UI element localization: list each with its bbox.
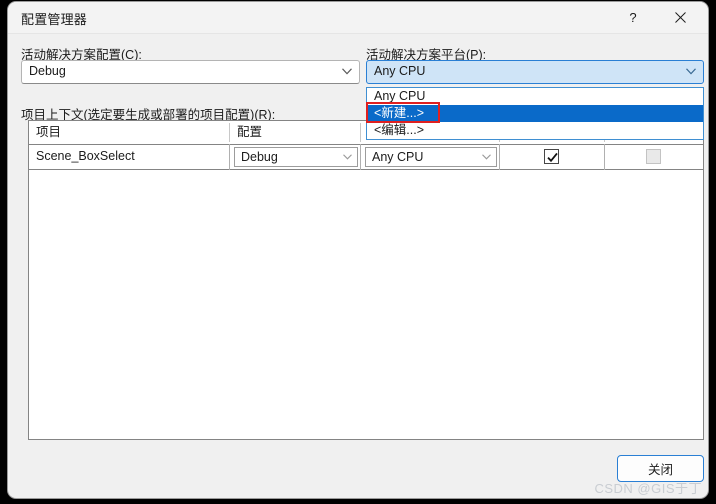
solution-platform-dropdown-list[interactable]: Any CPU <新建...> <编辑...> (366, 87, 704, 140)
cell-separator (229, 144, 230, 170)
table-row[interactable]: Scene_BoxSelect Debug Any CPU (29, 144, 703, 170)
deploy-checkbox[interactable] (646, 149, 661, 164)
build-checkbox[interactable] (544, 149, 559, 164)
cell-separator (360, 144, 361, 170)
dialog-title: 配置管理器 (21, 12, 88, 27)
help-button[interactable]: ? (611, 2, 655, 33)
close-window-button[interactable] (658, 2, 702, 33)
cell-platform-combobox[interactable]: Any CPU (365, 147, 497, 167)
solution-configuration-value: Debug (29, 64, 66, 78)
close-button-label: 关闭 (647, 463, 673, 477)
configuration-manager-dialog: 配置管理器 ? 活动解决方案配置(C): Debug 活动解决方案平台(P): … (8, 2, 708, 498)
dropdown-option-edit[interactable]: <编辑...> (367, 122, 703, 139)
cell-separator (604, 144, 605, 170)
solution-platform-value: Any CPU (374, 64, 426, 78)
solution-platform-combobox[interactable]: Any CPU (366, 60, 704, 84)
project-contexts-grid: 项目 配置 Scene_BoxSelect Debug Any CPU (28, 120, 704, 440)
cell-configuration-value: Debug (241, 150, 278, 164)
column-header-configuration[interactable]: 配置 (230, 121, 360, 144)
question-mark-icon: ? (629, 10, 637, 25)
solution-configuration-combobox[interactable]: Debug (21, 60, 360, 84)
dropdown-option-new[interactable]: <新建...> (367, 105, 703, 122)
check-mark-icon (547, 152, 558, 163)
chevron-down-icon (343, 154, 352, 160)
chevron-down-icon (342, 68, 352, 75)
dropdown-option-any-cpu[interactable]: Any CPU (367, 88, 703, 105)
column-header-project[interactable]: 项目 (29, 121, 229, 144)
chevron-down-icon (482, 154, 491, 160)
cell-project-name: Scene_BoxSelect (36, 149, 135, 163)
cell-separator (499, 144, 500, 170)
chevron-down-icon (686, 68, 696, 75)
watermark-text: CSDN @GIS于丁 (594, 481, 702, 496)
title-bar: 配置管理器 ? (8, 2, 708, 34)
cell-configuration-combobox[interactable]: Debug (234, 147, 358, 167)
close-x-icon (674, 12, 686, 23)
cell-platform-value: Any CPU (372, 150, 424, 164)
